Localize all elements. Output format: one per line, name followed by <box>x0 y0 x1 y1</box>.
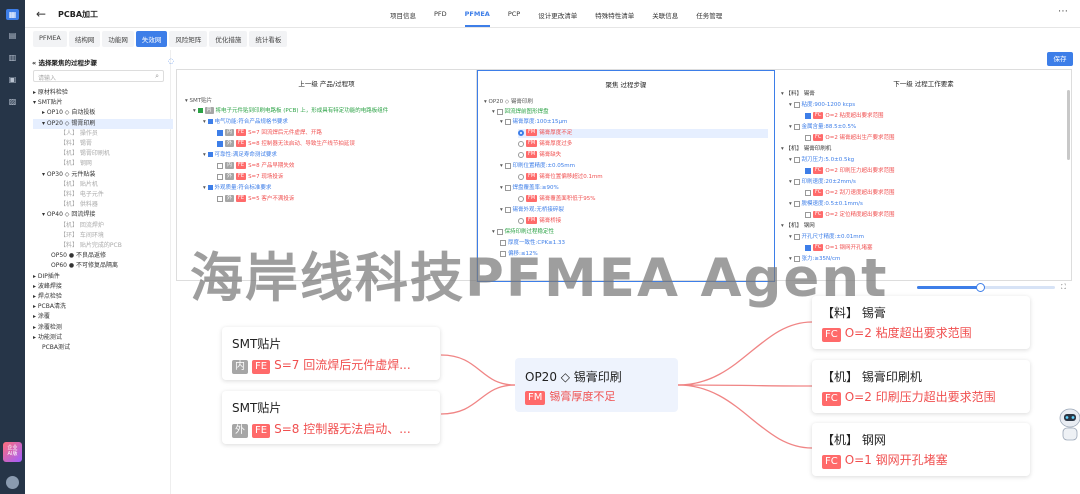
robot-assistant-icon[interactable] <box>1056 404 1080 444</box>
effect-card-1[interactable]: SMT贴片 内 FE S=7 回流焊后元件虚焊... <box>222 327 440 380</box>
cause-card-2[interactable]: 【机】 锡膏印刷机 FC O=2 印刷压力超出要求范围 <box>812 360 1030 413</box>
watermark: 海岸线科技PFMEA Agent <box>190 248 889 309</box>
cause-card-3[interactable]: 【机】 钢网 FC O=1 钢网开孔堵塞 <box>812 423 1030 476</box>
effect-card-2[interactable]: SMT贴片 外 FE S=8 控制器无法启动、... <box>222 391 440 444</box>
focus-failure-mode-card[interactable]: OP20 ◇ 锡膏印刷 FM 锡膏厚度不足 <box>515 358 678 412</box>
